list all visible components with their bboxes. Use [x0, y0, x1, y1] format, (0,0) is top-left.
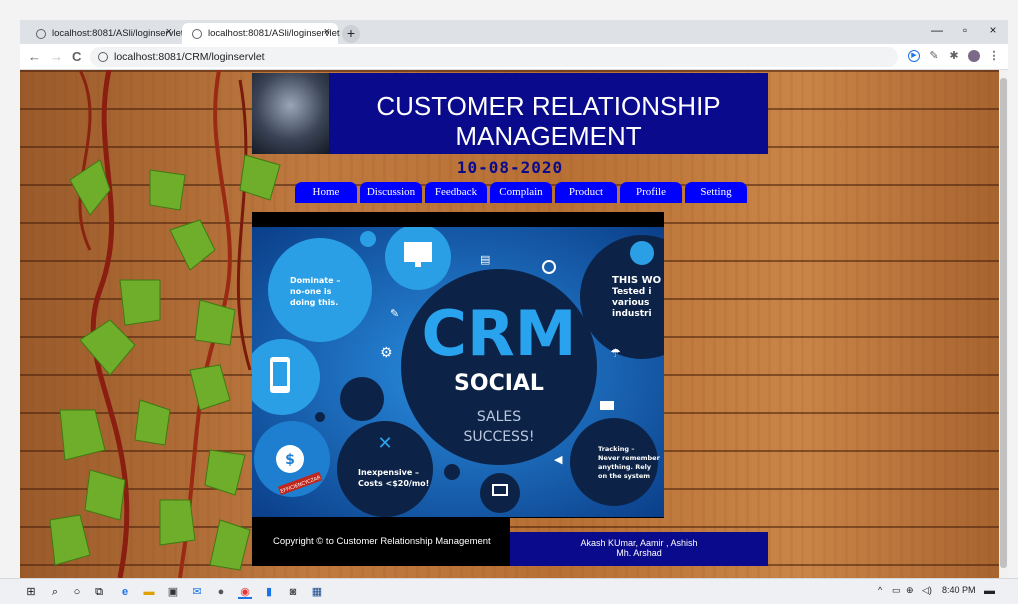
cortana-icon[interactable]: ○	[70, 585, 84, 599]
tracking-line4: on the system	[598, 472, 650, 480]
tracking-line3: anything. Rely	[598, 463, 652, 471]
nav-feedback[interactable]: Feedback	[425, 182, 487, 203]
svg-text:$: $	[285, 452, 295, 468]
chrome-icon[interactable]: ◉	[238, 585, 252, 599]
chat-icon	[600, 401, 614, 410]
edge-icon[interactable]: e	[118, 585, 132, 599]
mail-icon[interactable]: ✉	[190, 585, 204, 599]
back-button[interactable]: ←	[28, 49, 41, 65]
scrollbar-thumb[interactable]	[1000, 78, 1007, 568]
megaphone-icon: ◀	[554, 453, 563, 466]
notifications-icon[interactable]: ▬	[984, 585, 995, 597]
crm-infographic: CRM SOCIAL SALES SUCCESS! Dominate – no-…	[252, 227, 664, 517]
windows-taskbar: ⊞ ⌕ ○ ⧉ e ▬ ▣ ✉ ● ◉ ▮ ◙ ▦ ^ ▭ ⊕ ◁) 8:40 …	[0, 578, 1018, 604]
pencil-icon: ✎	[390, 307, 399, 320]
nav-discussion[interactable]: Discussion	[360, 182, 422, 203]
tools-icon: ✕	[377, 433, 392, 454]
sales-text: SALES	[477, 409, 521, 425]
authors-line1: Akash KUmar, Aamir , Ashish	[580, 538, 698, 548]
tested-line3: various	[612, 298, 649, 308]
document-icon: ▤	[480, 253, 490, 266]
footer-authors: Akash KUmar, Aamir , Ashish Mh. Arshad	[510, 532, 768, 566]
success-text: SUCCESS!	[464, 429, 535, 445]
app3-icon[interactable]: ◙	[286, 585, 300, 599]
tracking-line2: Never remember	[598, 454, 661, 462]
tab-strip: localhost:8081/ASli/loginservlet × local…	[20, 20, 1008, 44]
site-title-line2: MANAGEMENT	[455, 121, 642, 151]
tested-line2: Tested i	[612, 287, 651, 297]
site-header: CUSTOMER RELATIONSHIP MANAGEMENT	[252, 73, 768, 154]
web-page: CUSTOMER RELATIONSHIP MANAGEMENT 10-08-2…	[20, 70, 999, 578]
address-bar[interactable]: localhost:8081/CRM/loginservlet	[90, 47, 898, 67]
header-image	[252, 73, 329, 154]
nav-product[interactable]: Product	[555, 182, 617, 203]
nav-complain[interactable]: Complain	[490, 182, 552, 203]
search-icon[interactable]: ⌕	[48, 585, 62, 599]
site-title: CUSTOMER RELATIONSHIP MANAGEMENT	[329, 91, 768, 151]
new-tab-button[interactable]: +	[342, 25, 360, 43]
browser-toolbar: ← → C localhost:8081/CRM/loginservlet ▶ …	[20, 44, 1008, 70]
globe-icon	[36, 28, 46, 39]
inexpensive-line2: Costs <$20/mo!	[358, 479, 429, 488]
dominate-line2: no-one is	[290, 287, 332, 296]
play-icon[interactable]: ▶	[908, 50, 920, 62]
crm-banner: CRM SOCIAL SALES SUCCESS! Dominate – no-…	[252, 212, 664, 518]
nav-home[interactable]: Home	[295, 182, 357, 203]
close-window-button[interactable]: ×	[978, 23, 1008, 37]
page-scrollbar[interactable]	[999, 70, 1008, 578]
store-icon[interactable]: ▣	[166, 585, 180, 599]
pen-icon[interactable]: ✎	[928, 50, 940, 62]
tracking-line1: Tracking –	[598, 445, 635, 453]
nav-profile[interactable]: Profile	[620, 182, 682, 203]
crm-text: CRM	[422, 297, 577, 370]
forward-button[interactable]: →	[50, 49, 63, 65]
current-date: 10-08-2020	[456, 158, 564, 177]
windows-start-icon[interactable]: ⊞	[24, 585, 38, 599]
tray-caret[interactable]: ^	[878, 585, 882, 595]
clock-time[interactable]: 8:40 PM	[942, 585, 976, 595]
globe-icon	[192, 28, 202, 39]
language-icon[interactable]: ⊕	[906, 585, 914, 596]
tab-2-active[interactable]: localhost:8081/ASli/loginservlet ×	[182, 23, 340, 44]
social-text: SOCIAL	[454, 371, 544, 396]
app-icon[interactable]: ●	[214, 585, 228, 599]
network-icon[interactable]: ▭	[892, 585, 901, 596]
restore-button[interactable]: ▫	[950, 23, 980, 37]
inexpensive-line1: Inexpensive –	[358, 468, 419, 477]
app2-icon[interactable]: ▮	[262, 585, 276, 599]
dominate-line3: doing this.	[290, 298, 338, 307]
site-title-line1: CUSTOMER RELATIONSHIP	[376, 91, 721, 121]
tab-2-close-icon[interactable]: ×	[324, 26, 330, 38]
task-view-icon[interactable]: ⧉	[92, 585, 106, 599]
tested-line4: industri	[612, 309, 652, 319]
app4-icon[interactable]: ▦	[310, 585, 324, 599]
extensions-icon[interactable]: ✱	[948, 50, 960, 62]
minimize-button[interactable]: —	[922, 23, 952, 37]
browser-window: localhost:8081/ASli/loginservlet × local…	[20, 20, 1008, 578]
umbrella-icon: ☂	[610, 346, 621, 360]
profile-avatar[interactable]	[968, 50, 980, 62]
gears-icon: ⚙	[380, 345, 393, 361]
site-info-icon[interactable]	[98, 52, 108, 62]
authors-line2: Mh. Arshad	[616, 548, 662, 558]
volume-icon[interactable]: ◁)	[922, 585, 932, 596]
reload-button[interactable]: C	[72, 49, 81, 65]
tab-1-close-icon[interactable]: ×	[166, 26, 172, 38]
tested-line1: THIS WO	[612, 275, 661, 286]
menu-icon[interactable]: ⋮	[988, 50, 1000, 62]
globe-icon	[630, 241, 654, 265]
tab-2-title: localhost:8081/ASli/loginservlet	[208, 28, 340, 39]
monitor-icon	[404, 242, 432, 262]
url-text: localhost:8081/CRM/loginservlet	[114, 51, 265, 63]
dominate-line1: Dominate –	[290, 276, 340, 285]
nav-setting[interactable]: Setting	[685, 182, 747, 203]
tab-1[interactable]: localhost:8081/ASli/loginservlet ×	[26, 23, 184, 44]
footer-copyright: Copyright © to Customer Relationship Man…	[252, 518, 510, 566]
tab-1-title: localhost:8081/ASli/loginservlet	[52, 28, 184, 39]
file-explorer-icon[interactable]: ▬	[142, 585, 156, 599]
